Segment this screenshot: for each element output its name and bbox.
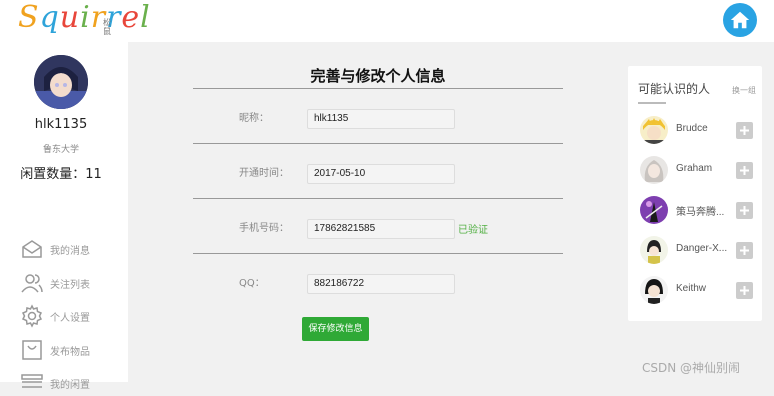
person-item[interactable]: 策马奔腾... bbox=[640, 196, 760, 226]
add-friend-button[interactable] bbox=[736, 162, 753, 179]
idle-count-label: 闲置数量： bbox=[20, 167, 86, 182]
qq-label: QQ： bbox=[239, 278, 265, 289]
nav-label: 关注列表 bbox=[50, 279, 90, 291]
sidebar: hlk1135 鲁东大学 闲置数量：11 我的消息 关注列表 个人设置 发布物品… bbox=[0, 42, 128, 391]
idle-count-value: 11 bbox=[85, 167, 102, 182]
nav-my-idle[interactable]: 我的闲置 bbox=[20, 370, 90, 396]
plus-icon bbox=[740, 246, 749, 255]
plus-icon bbox=[740, 206, 749, 215]
home-button[interactable] bbox=[723, 3, 757, 37]
plus-icon bbox=[740, 126, 749, 135]
suggested-people-panel: 可能认识的人 换一组 Brudce Graham 策马奔腾... Danger-… bbox=[628, 66, 762, 321]
person-item[interactable]: Danger-X... bbox=[640, 236, 760, 266]
phone-label: 手机号码： bbox=[239, 223, 289, 234]
nav-publish-item[interactable]: 发布物品 bbox=[20, 337, 90, 363]
open-time-input[interactable]: 2017-05-10 bbox=[307, 164, 455, 184]
refresh-link[interactable]: 换一组 bbox=[732, 85, 756, 96]
nickname-label: 昵称： bbox=[239, 113, 269, 124]
person-item[interactable]: Keithw bbox=[640, 276, 760, 306]
logo[interactable]: Squirrel bbox=[18, 0, 151, 35]
user-avatar[interactable] bbox=[34, 55, 88, 109]
add-friend-button[interactable] bbox=[736, 242, 753, 259]
nav-label: 发布物品 bbox=[50, 346, 90, 358]
phone-verified-badge: 已验证 bbox=[458, 225, 488, 236]
person-name: Graham bbox=[676, 163, 713, 174]
nav-label: 我的消息 bbox=[50, 245, 90, 257]
person-item[interactable]: Brudce bbox=[640, 116, 760, 146]
avatar bbox=[640, 236, 668, 264]
person-item[interactable]: Graham bbox=[640, 156, 760, 186]
phone-input[interactable]: 17862821585 bbox=[307, 219, 455, 239]
watermark: CSDN @神仙别闹 bbox=[642, 361, 741, 375]
add-friend-button[interactable] bbox=[736, 122, 753, 139]
home-icon bbox=[730, 11, 750, 29]
qq-input[interactable]: 882186722 bbox=[307, 274, 455, 294]
phone-row: 手机号码： 17862821585 已验证 bbox=[193, 199, 563, 253]
avatar bbox=[640, 116, 668, 144]
qq-row: QQ： 882186722 bbox=[193, 254, 563, 308]
list-icon bbox=[21, 374, 43, 388]
nav-personal-settings[interactable]: 个人设置 bbox=[20, 303, 90, 329]
avatar bbox=[640, 196, 668, 224]
username: hlk1135 bbox=[34, 117, 88, 132]
plus-icon bbox=[740, 286, 749, 295]
add-friend-button[interactable] bbox=[736, 282, 753, 299]
school: 鲁东大学 bbox=[42, 145, 79, 155]
mail-icon bbox=[22, 240, 42, 258]
panel-title-underline bbox=[638, 102, 666, 104]
page-title: 完善与修改个人信息 bbox=[310, 67, 446, 85]
open-time-row: 开通时间： 2017-05-10 bbox=[193, 144, 563, 198]
person-name: 策马奔腾... bbox=[676, 207, 725, 218]
nav-follow-list[interactable]: 关注列表 bbox=[20, 270, 90, 296]
plus-icon bbox=[740, 166, 749, 175]
panel-title: 可能认识的人 bbox=[638, 82, 711, 96]
open-time-label: 开通时间： bbox=[239, 168, 289, 179]
nickname-row: 昵称： hlk1135 bbox=[193, 89, 563, 143]
avatar bbox=[640, 156, 668, 184]
add-friend-button[interactable] bbox=[736, 202, 753, 219]
person-name: Danger-X... bbox=[676, 243, 728, 254]
users-icon bbox=[21, 274, 43, 293]
nav-label: 个人设置 bbox=[50, 312, 90, 324]
profile-form: 完善与修改个人信息 昵称： hlk1135 开通时间： 2017-05-10 手… bbox=[193, 62, 563, 308]
nickname-input[interactable]: hlk1135 bbox=[307, 109, 455, 129]
bag-icon bbox=[22, 340, 42, 360]
save-button[interactable]: 保存修改信息 bbox=[302, 317, 369, 341]
logo-subtitle: 松鼠 bbox=[103, 18, 111, 36]
idle-count: 闲置数量：11 bbox=[0, 163, 122, 182]
avatar bbox=[640, 276, 668, 304]
nav-my-messages[interactable]: 我的消息 bbox=[20, 236, 90, 262]
person-name: Keithw bbox=[676, 283, 707, 294]
nav-label: 我的闲置 bbox=[50, 379, 90, 391]
top-bar: Squirrel 松鼠 bbox=[0, 0, 774, 42]
gear-icon bbox=[21, 304, 43, 328]
person-name: Brudce bbox=[676, 123, 708, 134]
